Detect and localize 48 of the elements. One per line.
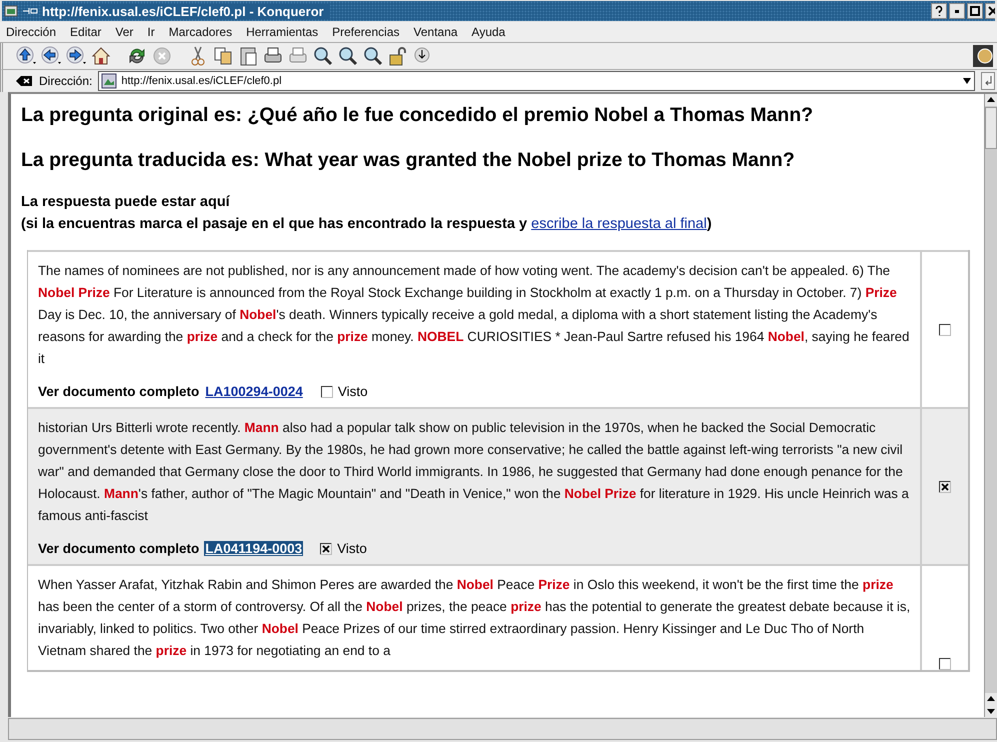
window-title: http://fenix.usal.es/iCLEF/clef0.pl - Konqueror <box>42 4 330 18</box>
maximize-icon[interactable] <box>967 3 983 19</box>
menu-item[interactable]: Ventana <box>414 25 458 39</box>
go-icon[interactable] <box>981 72 995 90</box>
checkbox-label: Visto <box>337 541 367 556</box>
menu-item[interactable]: Ver <box>115 25 134 39</box>
address-field[interactable]: http://fenix.usal.es/iCLEF/clef0.pl <box>98 71 975 91</box>
address-label: Dirección: <box>39 74 92 88</box>
dropdown-arrow-icon[interactable] <box>962 77 972 85</box>
menu-item[interactable]: Marcadores <box>168 25 232 39</box>
document-link[interactable]: LA100294-0024 <box>204 384 304 399</box>
passage-text: When Yasser Arafat, Yitzhak Rabin and Shimon Peres are awarded the Nobel Peace Prize in Oslo this weekend, it won't be the first time the prize has been the center of a storm of controversy. Of all the Nobel prizes, the peace prize has the potential to generate the greatest debate because it is, invariably, linked to politics. Two other Nobel Peace Prizes of our time stirred extraordinary passion. Henry Kissinger and Le Duc Tho of North Vietnam shared the prize in 1973 for negotiating an end to a <box>38 576 912 660</box>
minimize-icon[interactable] <box>949 3 965 19</box>
clear-field-icon[interactable] <box>15 74 33 88</box>
document-link[interactable]: LA041194-0003 <box>204 541 304 556</box>
scroll-down-icon[interactable] <box>985 705 997 717</box>
magnifier-icon[interactable] <box>312 45 334 67</box>
menu-item[interactable]: Ir <box>147 25 155 39</box>
app-icon <box>4 4 18 18</box>
padlock-icon[interactable] <box>387 45 409 67</box>
menu-item[interactable]: Herramientas <box>246 25 318 39</box>
menu-item[interactable]: Dirección <box>6 25 56 39</box>
section-heading: La respuesta puede estar aquí <box>21 194 231 210</box>
document-label: Ver documento completo <box>38 384 200 399</box>
scrollbar-thumb[interactable] <box>985 107 997 149</box>
question-heading: La pregunta original es: ¿Qué año le fue concedido el premio Nobel a Thomas Mann? <box>21 104 814 127</box>
instruction-text: (si la encuentras marca el pasaje en el que has encontrado la respuesta y <box>21 216 528 232</box>
passage-text: historian Urs Bitterli wrote recently. Mann also had a popular talk show on public television in the 1970s, when he backed the Social Democratic government's detente with East Germany. By the 1980s, he had grown more conservative; he called the battle against left-wing terrorists "a new civil war" and demanded that Germany close the door to Third World immigrants. In 1986, he suggested that Germany had done enough penance for the Holocaust. Mann's father, author of "The Magic Mountain" and "Death in Venice," won the Nobel Prize for literature in 1929. His uncle Heinrich was a famous anti-fascist <box>38 419 910 525</box>
checkbox[interactable] <box>939 480 951 492</box>
home-icon[interactable] <box>90 45 112 67</box>
menu-item[interactable]: Preferencias <box>332 25 400 39</box>
copy-icon[interactable] <box>212 45 234 67</box>
page-icon <box>101 73 118 89</box>
checkbox[interactable] <box>320 542 332 554</box>
scroll-up-icon[interactable] <box>985 94 997 106</box>
instruction-text: ) <box>706 216 712 232</box>
answer-link[interactable]: escribe la respuesta al final <box>531 216 707 232</box>
checkbox[interactable] <box>320 386 333 398</box>
scroll-up-icon[interactable] <box>985 693 997 705</box>
passage-text: The names of nominees are not published, nor is any announcement made of how voting went. The academy's decision can't be appealed. 6) The Nobel Prize For Literature is announced from the Royal Stock Exchange building in Stockholm at exactly 1 p.m. on a Thursday in October. 7) Prize Day is Dec. 10, the anniversary of Nobel's death. Winners typically receive a gold medal, a diploma with a short statement listing the Academy's reasons for awarding the prize and a check for the prize money. NOBEL CURIOSITIES * Jean-Paul Sartre refused his 1964 Nobel, saying he feared it <box>38 262 910 368</box>
menu-item[interactable]: Ayuda <box>472 25 506 39</box>
checkbox[interactable] <box>939 658 951 670</box>
document-label: Ver documento completo <box>38 541 200 556</box>
help-icon[interactable] <box>931 3 947 19</box>
question-heading: La pregunta traducida es: What year was granted the Nobel prize to Thomas Mann? <box>21 149 796 172</box>
checkbox-label: Visto <box>338 384 368 399</box>
menu-item[interactable]: Editar <box>70 25 102 39</box>
checkbox[interactable] <box>939 324 951 336</box>
